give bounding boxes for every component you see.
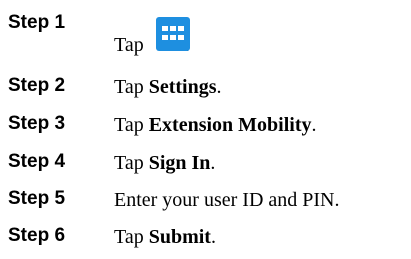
- step-label: Step 3: [8, 113, 66, 134]
- step-label: Step 4: [8, 151, 66, 172]
- step-suffix: .: [311, 114, 317, 136]
- step-4: Step 4 Tap Sign In.: [8, 151, 408, 185]
- step-suffix: .: [210, 226, 216, 248]
- step-instruction: Tap .: [114, 17, 190, 56]
- step-instruction: Tap Extension Mobility.: [114, 114, 317, 136]
- step-suffix: .: [216, 76, 222, 98]
- step-instruction: Tap Submit.: [114, 226, 216, 248]
- step-instruction: Tap Sign In.: [114, 152, 215, 174]
- step-prefix: Tap: [114, 152, 149, 174]
- apps-grid-icon: [156, 17, 190, 51]
- step-6: Step 6 Tap Submit.: [8, 225, 408, 259]
- ui-term-sign-in: Sign In: [148, 152, 211, 174]
- step-1: Step 1 Tap .: [8, 12, 408, 58]
- step-3: Step 3 Tap Extension Mobility.: [8, 113, 408, 147]
- step-prefix: Tap: [114, 76, 149, 98]
- step-2: Step 2 Tap Settings.: [8, 75, 408, 109]
- step-label: Step 1: [8, 12, 66, 33]
- step-instruction: Enter your user ID and PIN.: [114, 189, 340, 211]
- ui-term-submit: Submit: [148, 226, 211, 248]
- step-prefix: Tap: [114, 34, 149, 56]
- ui-term-settings: Settings: [148, 76, 217, 98]
- step-label: Step 6: [8, 225, 66, 246]
- step-suffix: .: [210, 152, 216, 174]
- step-instruction: Tap Settings.: [114, 76, 222, 98]
- step-label: Step 5: [8, 188, 66, 209]
- step-prefix: Tap: [114, 114, 149, 136]
- step-label: Step 2: [8, 75, 66, 96]
- step-prefix: Tap: [114, 226, 149, 248]
- ui-term-extension-mobility: Extension Mobility: [148, 114, 312, 136]
- step-5: Step 5 Enter your user ID and PIN.: [8, 188, 408, 222]
